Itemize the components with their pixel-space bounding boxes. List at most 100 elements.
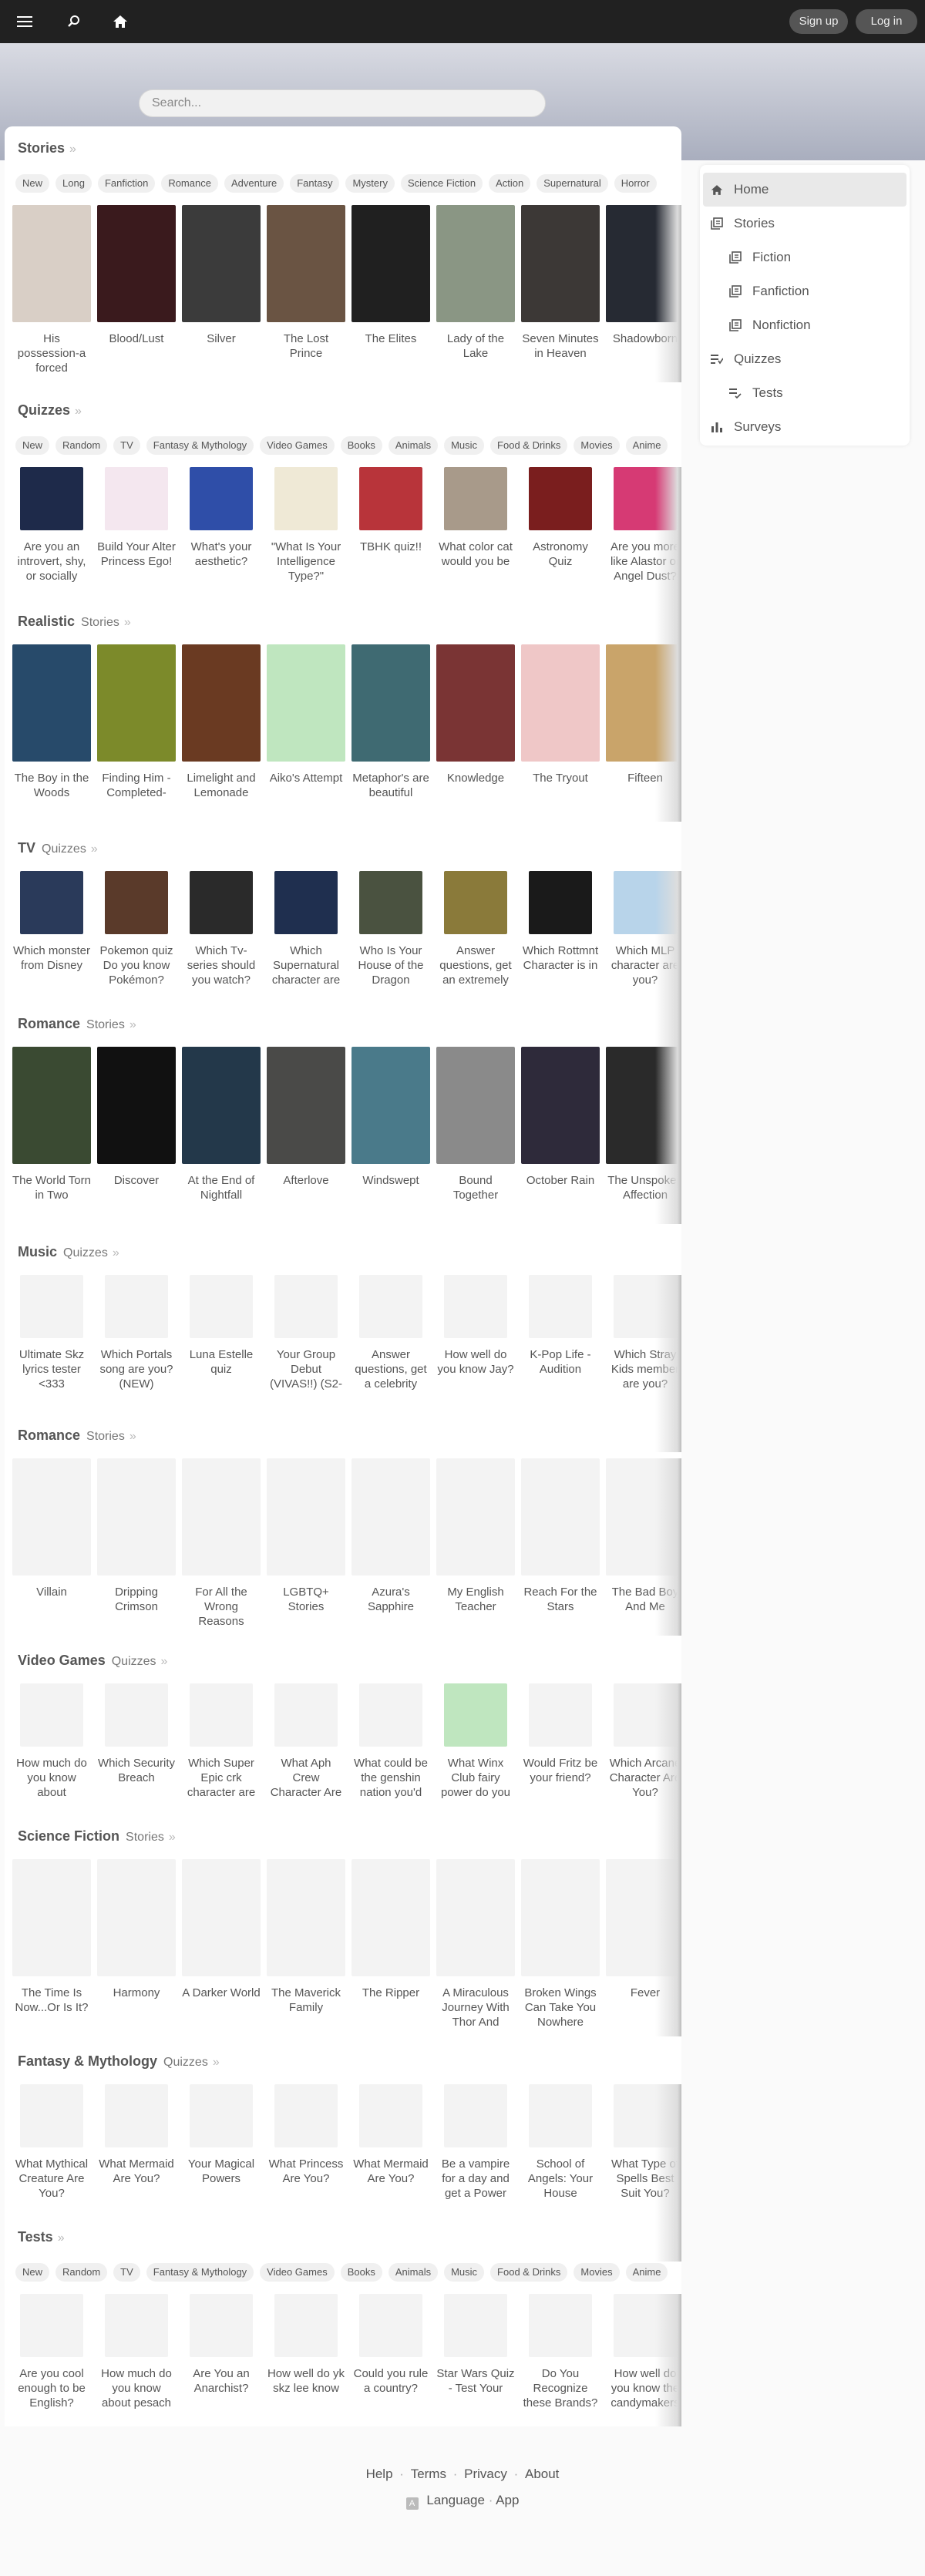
quiz-card[interactable]: Which Super Epic crk character are <box>182 1683 261 1800</box>
category-chip[interactable]: Fantasy & Mythology <box>146 2263 254 2282</box>
story-card[interactable]: Seven Minutes in Heaven <box>521 205 600 361</box>
language-link[interactable]: Language <box>426 2493 485 2507</box>
quiz-card[interactable]: Are You an Anarchist? <box>182 2294 261 2396</box>
category-chip[interactable]: Horror <box>614 174 657 193</box>
section-heading[interactable]: Quizzes » <box>18 402 82 421</box>
category-chip[interactable]: Books <box>340 436 382 455</box>
story-card[interactable]: Afterlove <box>267 1047 345 1188</box>
hamburger-menu-icon[interactable] <box>12 9 37 34</box>
story-card[interactable]: Blood/Lust <box>97 205 176 346</box>
story-card[interactable]: For All the Wrong Reasons <box>182 1458 261 1629</box>
quiz-card[interactable]: What Mermaid Are You? <box>352 2084 430 2186</box>
quiz-card[interactable]: Do You Recognize these Brands? <box>521 2294 600 2410</box>
quiz-card[interactable]: Which Tv-series should you watch? <box>182 871 261 987</box>
story-card[interactable]: A Miraculous Journey With Thor And <box>436 1859 515 2030</box>
quiz-card[interactable]: Which Security Breach <box>97 1683 176 1785</box>
quiz-card[interactable]: Answer questions, get an extremely <box>436 871 515 987</box>
section-heading[interactable]: Stories» <box>18 140 76 159</box>
story-card[interactable]: The Lost Prince <box>267 205 345 361</box>
category-chip[interactable]: Movies <box>574 2263 620 2282</box>
help-link[interactable]: Help <box>366 2467 393 2481</box>
story-card[interactable]: At the End of Nightfall <box>182 1047 261 1202</box>
category-chip[interactable]: Music <box>444 436 485 455</box>
story-card[interactable]: The Time Is Now...Or Is It? <box>12 1859 91 2015</box>
category-chip[interactable]: Romance <box>161 174 218 193</box>
story-card[interactable]: The Maverick Family <box>267 1859 345 2015</box>
section-heading[interactable]: Music Quizzes » <box>18 1244 119 1263</box>
story-card[interactable]: Aiko's Attempt <box>267 644 345 785</box>
sign-up-button[interactable]: Sign up <box>789 9 848 34</box>
category-chip[interactable]: Random <box>56 436 108 455</box>
category-chip[interactable]: Video Games <box>260 2263 335 2282</box>
privacy-link[interactable]: Privacy <box>464 2467 507 2481</box>
category-chip[interactable]: Food & Drinks <box>490 436 568 455</box>
quiz-card[interactable]: Your Group Debut (VIVAS!!) (S2- <box>267 1275 345 1391</box>
story-card[interactable]: Discover <box>97 1047 176 1188</box>
story-card[interactable]: October Rain <box>521 1047 600 1188</box>
story-card[interactable]: LGBTQ+ Stories <box>267 1458 345 1614</box>
quiz-card[interactable]: Be a vampire for a day and get a Power <box>436 2084 515 2201</box>
story-card[interactable]: The Ripper <box>352 1859 430 2000</box>
story-card[interactable]: The Boy in the Woods <box>12 644 91 800</box>
section-heading[interactable]: TV Quizzes » <box>18 840 98 859</box>
quiz-card[interactable]: Astronomy Quiz <box>521 467 600 569</box>
quiz-card[interactable]: How well do yk skz lee know <box>267 2294 345 2396</box>
sidebar-item-home[interactable]: Home <box>703 173 906 207</box>
section-heading[interactable]: Realistic Stories » <box>18 614 131 632</box>
app-link[interactable]: App <box>496 2493 519 2507</box>
category-chip[interactable]: Anime <box>625 2263 668 2282</box>
quiz-card[interactable]: Which Portals song are you? (NEW) <box>97 1275 176 1391</box>
category-chip[interactable]: Food & Drinks <box>490 2263 568 2282</box>
quiz-card[interactable]: Star Wars Quiz - Test Your <box>436 2294 515 2396</box>
quiz-card[interactable]: K-Pop Life - Audition <box>521 1275 600 1377</box>
story-card[interactable]: A Darker World <box>182 1859 261 2000</box>
category-chip[interactable]: Fantasy <box>290 174 340 193</box>
sidebar-item-fanfiction[interactable]: Fanfiction <box>722 274 906 308</box>
sidebar-item-stories[interactable]: Stories <box>703 207 906 240</box>
quiz-card[interactable]: Ultimate Skz lyrics tester <333 <box>12 1275 91 1391</box>
story-card[interactable]: Dripping Crimson <box>97 1458 176 1614</box>
category-chip[interactable]: Science Fiction <box>400 174 483 193</box>
quiz-card[interactable]: Would Fritz be your friend? <box>521 1683 600 1785</box>
scroll-fade[interactable] <box>655 1047 681 1224</box>
story-card[interactable]: The Elites <box>352 205 430 346</box>
quiz-card[interactable]: School of Angels: Your House <box>521 2084 600 2201</box>
story-card[interactable]: Silver <box>182 205 261 346</box>
scroll-fade[interactable] <box>655 1458 681 1636</box>
quiz-card[interactable]: Your Magical Powers <box>182 2084 261 2186</box>
story-card[interactable]: Bound Together <box>436 1047 515 1202</box>
scroll-fade[interactable] <box>655 1859 681 2036</box>
quiz-card[interactable]: Which Rottmnt Character is in <box>521 871 600 973</box>
quiz-card[interactable]: Answer questions, get a celebrity <box>352 1275 430 1391</box>
scroll-fade[interactable] <box>655 644 681 822</box>
search-icon[interactable] <box>62 9 86 34</box>
section-heading[interactable]: Video Games Quizzes » <box>18 1653 167 1671</box>
sidebar-item-quizzes[interactable]: Quizzes <box>703 342 906 376</box>
story-card[interactable]: Knowledge <box>436 644 515 785</box>
category-chip[interactable]: Anime <box>625 436 668 455</box>
story-card[interactable]: The World Torn in Two <box>12 1047 91 1202</box>
section-heading[interactable]: Tests » <box>18 2229 65 2248</box>
category-chip[interactable]: Long <box>56 174 92 193</box>
quiz-card[interactable]: TBHK quiz!! <box>352 467 430 554</box>
quiz-card[interactable]: What Winx Club fairy power do you <box>436 1683 515 1800</box>
quiz-card[interactable]: What Aph Crew Character Are <box>267 1683 345 1800</box>
category-chip[interactable]: Video Games <box>260 436 335 455</box>
about-link[interactable]: About <box>525 2467 559 2481</box>
category-chip[interactable]: TV <box>113 436 140 455</box>
scroll-fade[interactable] <box>655 2084 681 2262</box>
quiz-card[interactable]: How much do you know about pesach <box>97 2294 176 2410</box>
category-chip[interactable]: Animals <box>388 2263 439 2282</box>
home-icon[interactable] <box>108 9 133 34</box>
category-chip[interactable]: Fantasy & Mythology <box>146 436 254 455</box>
story-card[interactable]: My English Teacher <box>436 1458 515 1614</box>
scroll-fade[interactable] <box>655 1275 681 1452</box>
story-card[interactable]: Villain <box>12 1458 91 1599</box>
sidebar-item-nonfiction[interactable]: Nonfiction <box>722 308 906 342</box>
quiz-card[interactable]: "What Is Your Intelligence Type?" <box>267 467 345 583</box>
scroll-fade[interactable] <box>655 205 681 382</box>
category-chip[interactable]: Animals <box>388 436 439 455</box>
quiz-card[interactable]: What color cat would you be <box>436 467 515 569</box>
sidebar-item-surveys[interactable]: Surveys <box>703 410 906 444</box>
sidebar-item-fiction[interactable]: Fiction <box>722 240 906 274</box>
